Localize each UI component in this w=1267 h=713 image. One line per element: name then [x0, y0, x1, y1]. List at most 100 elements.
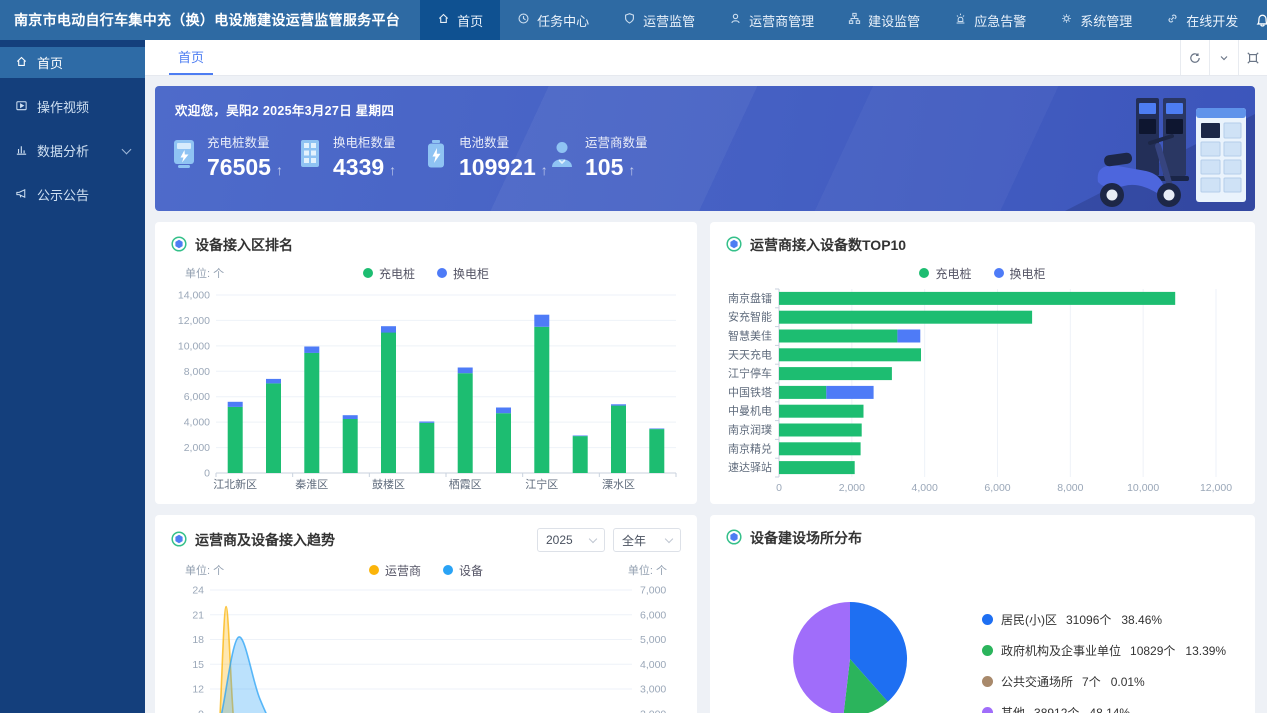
trend-area-chart[interactable]: 03061,00092,000123,000154,000185,000216,… — [168, 584, 684, 713]
main-nav: 首页 任务中心 运营监管 运营商管理 建设监管 应急告警 系统管理 在线开发 — [420, 0, 1255, 40]
svg-text:江北新区: 江北新区 — [213, 477, 257, 491]
section-badge-icon — [726, 236, 742, 255]
svg-text:6,000: 6,000 — [984, 482, 1010, 494]
chart-legend: 单位: 个 充电桩换电柜 — [155, 261, 697, 285]
pie-legend-item[interactable]: 公共交通场所7个0.01% — [982, 673, 1226, 690]
stat-swap-cabinets: 换电柜数量 4339↑ — [297, 132, 423, 181]
refresh-icon[interactable] — [1180, 40, 1209, 75]
chevron-down-icon — [589, 534, 597, 542]
svg-text:秦淮区: 秦淮区 — [295, 477, 328, 491]
siren-icon — [954, 12, 967, 28]
bar-segment — [573, 436, 588, 437]
tab-tools — [1180, 40, 1267, 75]
exit-fullscreen-icon[interactable] — [1238, 40, 1267, 75]
svg-text:溧水区: 溧水区 — [602, 477, 635, 491]
svg-text:安充智能: 安充智能 — [728, 310, 772, 324]
svg-text:8,000: 8,000 — [1057, 482, 1083, 494]
svg-text:0: 0 — [204, 468, 210, 480]
sitemap-icon — [848, 12, 861, 28]
stats-row: 充电桩数量 76505↑ 换电柜数量 4339↑ 电池数量 109921↑ — [171, 132, 675, 181]
nav-item-emergency-alert[interactable]: 应急告警 — [937, 0, 1043, 40]
bar-segment — [458, 373, 473, 473]
sidebar-item-home[interactable]: 首页 — [0, 47, 145, 78]
bar-segment — [779, 292, 1175, 305]
svg-text:2,000: 2,000 — [839, 482, 865, 494]
axis-unit-label: 单位: 个 — [628, 562, 667, 578]
pie-legend-item[interactable]: 居民(小)区31096个38.46% — [982, 611, 1226, 628]
range-select[interactable]: 全年 — [613, 528, 681, 552]
tab-bar: 首页 — [145, 40, 1267, 76]
stat-operators: 运营商数量 105↑ — [549, 132, 675, 181]
bar-segment — [381, 326, 396, 332]
shield-icon — [623, 12, 636, 28]
top-navbar: 南京市电动自行车集中充（换）电设施建设运营监管服务平台 首页 任务中心 运营监管… — [0, 0, 1267, 40]
card-access-trend: 运营商及设备接入趋势 2025 全年 单位: 个 单位: 个 运营商 设备 — [155, 515, 697, 713]
sidebar-item-data-analysis[interactable]: 数据分析 — [0, 135, 145, 166]
nav-item-system-management[interactable]: 系统管理 — [1043, 0, 1149, 40]
bar-segment — [419, 423, 434, 473]
year-select[interactable]: 2025 — [537, 528, 605, 552]
legend-item[interactable]: 换电柜 — [437, 265, 489, 282]
card-location-distribution: 设备建设场所分布 居民(小)区31096个38.46%政府机构及企事业单位108… — [710, 515, 1255, 713]
swap-cabinet-icon — [297, 139, 323, 174]
chevron-down-icon — [665, 534, 673, 542]
bar-segment — [779, 461, 855, 474]
legend-item[interactable]: 设备 — [443, 562, 483, 579]
operator-top10-bar-chart[interactable]: 02,0004,0006,0008,00010,00012,000南京盘镭安充智… — [723, 287, 1242, 501]
pie-legend-item[interactable]: 政府机构及企事业单位10829个13.39% — [982, 642, 1226, 659]
charging-station-illustration — [1040, 86, 1255, 211]
bar-segment — [304, 347, 319, 353]
section-badge-icon — [726, 529, 742, 548]
card-title: 运营商及设备接入趋势 — [171, 530, 335, 550]
legend-item[interactable]: 换电柜 — [994, 265, 1046, 282]
pie-legend-item[interactable]: 其他38912个48.14% — [982, 704, 1226, 713]
section-badge-icon — [171, 236, 187, 255]
nav-right-tools: 吴阳2 — [1255, 1, 1267, 39]
pie-legend: 居民(小)区31096个38.46% 政府机构及企事业单位10829个13.39%… — [982, 611, 1226, 713]
charging-pile-icon — [171, 139, 197, 174]
legend-item[interactable]: 充电桩 — [363, 265, 415, 282]
bar-segment — [343, 419, 358, 473]
legend-item[interactable]: 运营商 — [369, 562, 421, 579]
tab-home[interactable]: 首页 — [169, 40, 213, 75]
sidebar-item-public-notice[interactable]: 公示公告 — [0, 179, 145, 210]
district-bar-chart[interactable]: 02,0004,0006,0008,00010,00012,00014,000江… — [168, 287, 684, 499]
home-icon — [437, 12, 450, 28]
stat-charging-piles: 充电桩数量 76505↑ — [171, 132, 297, 181]
chevron-down-icon[interactable] — [1209, 40, 1238, 75]
sidebar-item-operation-videos[interactable]: 操作视频 — [0, 91, 145, 122]
main-area: 首页 欢迎您，吴阳2 2025年3月27日 星期四 充电桩数量 76505↑ — [145, 40, 1267, 713]
link-icon — [1166, 12, 1179, 28]
up-arrow: ↑ — [276, 162, 283, 178]
svg-text:12,000: 12,000 — [1200, 482, 1232, 494]
bar-segment — [779, 367, 892, 380]
svg-text:9: 9 — [198, 708, 204, 713]
svg-text:10,000: 10,000 — [1127, 482, 1159, 494]
nav-item-operation-supervision[interactable]: 运营监管 — [606, 0, 712, 40]
nav-item-operator-management[interactable]: 运营商管理 — [712, 0, 831, 40]
operator-icon — [549, 139, 575, 174]
nav-item-task-center[interactable]: 任务中心 — [500, 0, 606, 40]
nav-item-home[interactable]: 首页 — [420, 0, 500, 40]
svg-text:8,000: 8,000 — [184, 366, 210, 378]
chevron-down-icon — [122, 144, 132, 154]
app-title: 南京市电动自行车集中充（换）电设施建设运营监管服务平台 — [0, 10, 420, 30]
svg-text:21: 21 — [192, 609, 204, 621]
card-title: 设备接入区排名 — [171, 235, 293, 255]
bar-segment — [419, 422, 434, 423]
legend-item[interactable]: 充电桩 — [919, 265, 971, 282]
nav-item-online-dev[interactable]: 在线开发 — [1149, 0, 1255, 40]
sidebar: 首页 操作视频 数据分析 公示公告 — [0, 40, 145, 713]
bar-segment — [496, 413, 511, 473]
nav-item-construction-supervision[interactable]: 建设监管 — [831, 0, 937, 40]
svg-text:2,000: 2,000 — [184, 442, 210, 454]
bar-segment — [649, 429, 664, 430]
bar-segment — [779, 330, 897, 343]
bar-segment — [779, 405, 864, 418]
bell-icon[interactable] — [1255, 13, 1267, 28]
svg-text:0: 0 — [776, 482, 782, 494]
bar-segment — [266, 383, 281, 473]
stat-batteries: 电池数量 109921↑ — [423, 132, 549, 181]
chart-legend: 充电桩 换电柜 — [710, 261, 1255, 285]
axis-unit-label: 单位: 个 — [185, 562, 224, 578]
